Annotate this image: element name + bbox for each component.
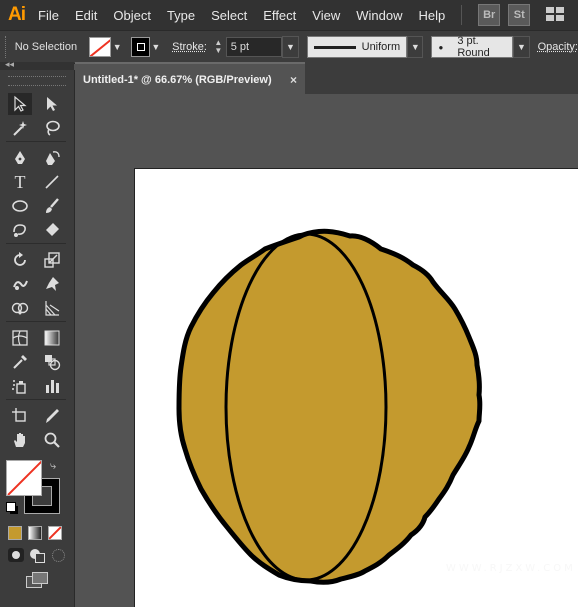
menu-divider: [461, 5, 463, 25]
tool-group-divider: [6, 321, 66, 322]
app-logo: Ai: [8, 4, 26, 25]
brush-dropdown-icon[interactable]: ▼: [513, 36, 530, 58]
none-mode-button[interactable]: [48, 526, 62, 540]
watermark-url: WWW.RJZXW.COM: [446, 563, 576, 574]
scale-tool-icon[interactable]: [40, 249, 64, 271]
menu-view[interactable]: View: [304, 8, 348, 23]
variable-width-profile[interactable]: Uniform: [306, 36, 408, 58]
selection-status: No Selection: [14, 41, 78, 53]
tools-panel: T ⤷: [0, 70, 75, 607]
profile-label: Uniform: [361, 41, 401, 53]
menu-edit[interactable]: Edit: [67, 8, 105, 23]
color-mode-button[interactable]: [8, 526, 22, 540]
stroke-dropdown-icon[interactable]: ▼: [150, 42, 163, 52]
eyedropper-tool-icon[interactable]: [8, 351, 32, 373]
default-fill-stroke-icon[interactable]: [6, 502, 16, 512]
magic-wand-tool-icon[interactable]: [8, 117, 32, 139]
ellipse-tool-icon[interactable]: [8, 195, 32, 217]
watermark-chinese: 软件自学网: [440, 534, 565, 562]
artboard-tool-icon[interactable]: [8, 405, 32, 427]
slice-tool-icon[interactable]: [40, 405, 64, 427]
opacity-label[interactable]: Opacity:: [538, 41, 578, 53]
stroke-weight-dropdown-icon[interactable]: ▼: [282, 36, 299, 58]
pen-tool-icon[interactable]: [8, 147, 32, 169]
zoom-tool-icon[interactable]: [40, 429, 64, 451]
tab-document[interactable]: Untitled-1* @ 66.67% (RGB/Preview) ×: [75, 62, 305, 96]
fill-dropdown-icon[interactable]: ▼: [111, 42, 124, 52]
menu-type[interactable]: Type: [159, 8, 203, 23]
perspective-grid-tool-icon[interactable]: [40, 297, 64, 319]
warp-tool-icon[interactable]: [8, 273, 32, 295]
stroke-weight-value: 5 pt: [230, 41, 250, 53]
menu-file[interactable]: File: [30, 8, 67, 23]
shaper-tool-icon[interactable]: [8, 219, 32, 241]
selection-tool-icon[interactable]: [8, 93, 32, 115]
control-bar-grip[interactable]: [5, 36, 9, 58]
menu-bar: Ai File Edit Object Type Select Effect V…: [0, 0, 578, 30]
collapse-panel-icon[interactable]: ◂◂: [5, 59, 14, 70]
tool-group-divider: [6, 243, 66, 244]
mesh-tool-icon[interactable]: [8, 327, 32, 349]
screen-mode-icon[interactable]: [26, 572, 48, 588]
direct-selection-tool-icon[interactable]: [40, 93, 64, 115]
document-tab-title: Untitled-1* @ 66.67% (RGB/Preview): [83, 74, 272, 86]
rotate-tool-icon[interactable]: [8, 249, 32, 271]
profile-dropdown-icon[interactable]: ▼: [407, 36, 424, 58]
lasso-tool-icon[interactable]: [40, 117, 64, 139]
gradient-mode-button[interactable]: [28, 526, 42, 540]
stroke-weight-stepper[interactable]: ▲ ▼: [213, 39, 224, 55]
draw-inside-icon[interactable]: [50, 548, 66, 562]
symbol-sprayer-tool-icon[interactable]: [8, 375, 32, 397]
tab-bar-empty: [305, 62, 578, 94]
workspace-switcher-icon[interactable]: [546, 7, 566, 23]
outer-blob-shape[interactable]: [176, 228, 483, 585]
brush-dot-icon: ●: [438, 42, 444, 52]
tools-panel-grip[interactable]: [8, 76, 66, 86]
type-tool-icon[interactable]: T: [8, 171, 32, 193]
puppet-warp-tool-icon[interactable]: [40, 273, 64, 295]
menu-object[interactable]: Object: [105, 8, 159, 23]
brush-definition[interactable]: ● 3 pt. Round: [431, 35, 514, 59]
stroke-weight-field[interactable]: 5 pt: [225, 37, 283, 57]
fill-color-box[interactable]: [6, 460, 42, 496]
brush-label: 3 pt. Round: [457, 35, 490, 59]
menu-window[interactable]: Window: [348, 8, 410, 23]
tool-group-divider: [6, 141, 66, 142]
stock-button[interactable]: St: [508, 4, 531, 26]
draw-normal-icon[interactable]: [8, 548, 24, 562]
menu-select[interactable]: Select: [203, 8, 255, 23]
draw-behind-icon[interactable]: [29, 548, 45, 563]
fill-swatch[interactable]: [89, 37, 111, 57]
bridge-button[interactable]: Br: [478, 4, 501, 26]
stroke-swatch[interactable]: [131, 37, 150, 57]
tool-group-divider: [6, 399, 66, 400]
eraser-tool-icon[interactable]: [40, 219, 64, 241]
column-graph-tool-icon[interactable]: [40, 375, 64, 397]
gradient-tool-icon[interactable]: [40, 327, 64, 349]
close-icon[interactable]: ×: [290, 73, 297, 87]
stroke-label[interactable]: Stroke:: [172, 41, 207, 53]
hand-tool-icon[interactable]: [8, 429, 32, 451]
blend-tool-icon[interactable]: [40, 351, 64, 373]
profile-line-icon: [313, 45, 356, 49]
menu-help[interactable]: Help: [410, 8, 453, 23]
shape-builder-tool-icon[interactable]: [8, 297, 32, 319]
watermark: 软件自学网 WWW.RJZXW.COM: [440, 528, 576, 574]
curvature-tool-icon[interactable]: [40, 147, 64, 169]
paintbrush-tool-icon[interactable]: [40, 195, 64, 217]
swap-fill-stroke-icon[interactable]: ⤷: [50, 460, 56, 473]
toolbox-header: ◂◂: [0, 59, 74, 70]
line-segment-tool-icon[interactable]: [40, 171, 64, 193]
menu-effect[interactable]: Effect: [255, 8, 304, 23]
control-bar: No Selection ▼ ▼ Stroke: ▲ ▼ 5 pt ▼ Unifo…: [0, 30, 578, 64]
